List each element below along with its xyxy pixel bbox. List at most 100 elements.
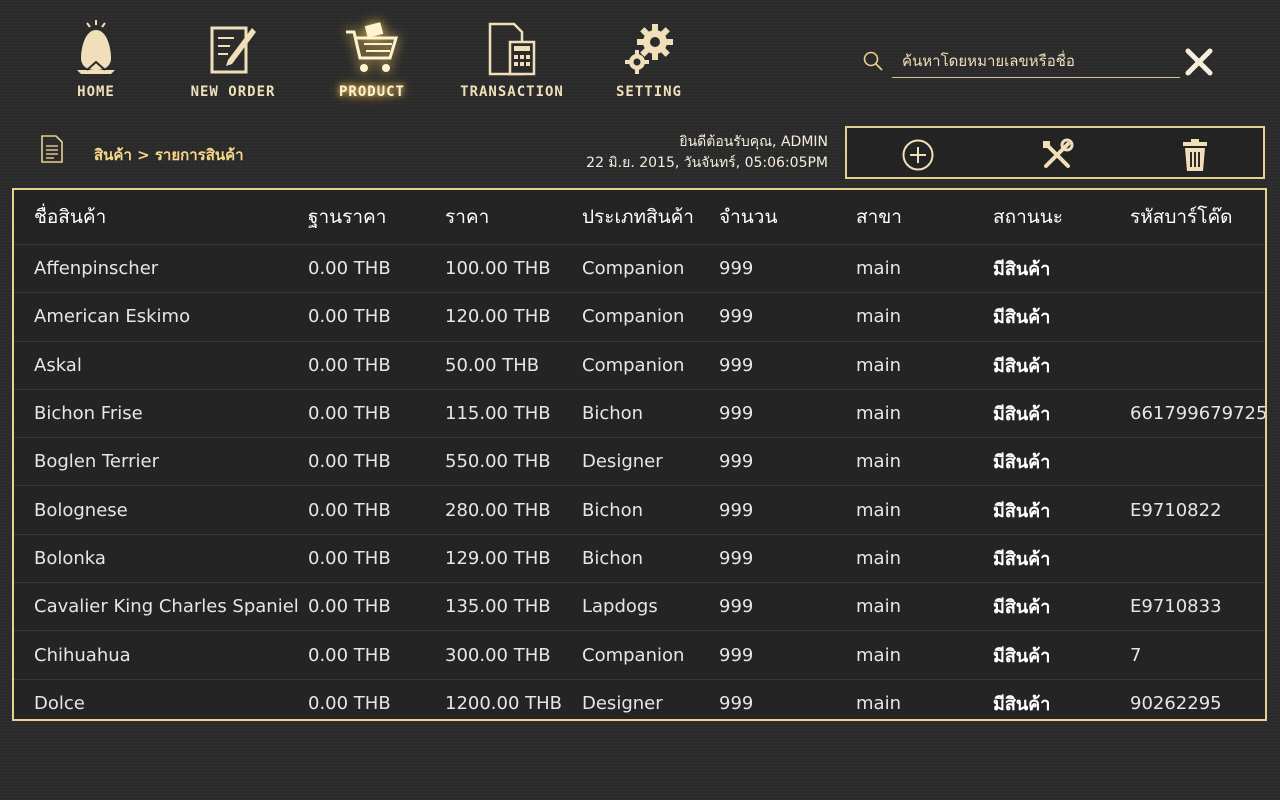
nav-transaction-label: TRANSACTION: [460, 84, 564, 100]
document-icon: [40, 134, 64, 168]
cell-category: Lapdogs: [562, 582, 699, 632]
cell-branch: main: [836, 244, 973, 294]
welcome-info: ยินดีต้อนรับคุณ, ADMIN 22 มิ.ย. 2015, วั…: [586, 132, 828, 174]
cell-status: มีสินค้า: [973, 534, 1110, 584]
nav-product-label: PRODUCT: [338, 84, 405, 100]
col-header-category[interactable]: ประเภทสินค้า: [562, 190, 699, 245]
cell-category: Bichon: [562, 485, 699, 535]
table-row[interactable]: Affenpinscher 0.00 THB 100.00 THB Companion…: [14, 244, 1265, 294]
table-row[interactable]: Dolce 0.00 THB 1200.00 THB Designer 999 main ม…: [14, 679, 1265, 719]
action-toolbar: [845, 126, 1265, 179]
cell-quantity: 999: [699, 341, 836, 390]
welcome-datetime: 22 มิ.ย. 2015, วันจันทร์, 05:06:05PM: [586, 155, 828, 171]
cell-quantity: 999: [719, 692, 754, 714]
cell-quantity: 999: [699, 582, 836, 632]
col-header-quantity[interactable]: จำนวน: [699, 190, 836, 245]
search-bar: [862, 44, 1182, 80]
col-header-price[interactable]: ราคา: [425, 190, 562, 245]
cell-status: มีสินค้า: [973, 389, 1110, 439]
cell-status: มีสินค้า: [973, 485, 1110, 535]
cell-barcode: E9710822: [1110, 485, 1265, 535]
cell-price: 1200.00 THB: [445, 692, 563, 714]
cell-product-name: American Eskimo: [14, 292, 288, 342]
table-row[interactable]: Boglen Terrier 0.00 THB 550.00 THB Designer…: [14, 437, 1265, 487]
cell-base-price: 0.00 THB: [288, 389, 425, 439]
cell-status: มีสินค้า: [973, 341, 1110, 390]
clear-search-button[interactable]: [1183, 46, 1215, 78]
table-row[interactable]: Bolonka 0.00 THB 129.00 THB Bichon 999 main มี…: [14, 534, 1265, 584]
cell-price: 115.00 THB: [425, 389, 562, 439]
cell-category: Bichon: [562, 389, 699, 439]
breadcrumb: สินค้า > รายการสินค้า: [94, 146, 244, 164]
table-row[interactable]: Chihuahua 0.00 THB 300.00 THB Companion 999 m…: [14, 630, 1265, 680]
nav-home[interactable]: HOME: [26, 14, 166, 100]
cell-base-price: 0.00 THB: [288, 437, 425, 487]
cell-product-name: Bolonka: [14, 534, 288, 584]
cell-price: 120.00 THB: [425, 292, 562, 342]
nav-new-order[interactable]: NEW ORDER: [163, 14, 303, 100]
cell-category: Designer: [562, 437, 699, 487]
table-row[interactable]: Askal 0.00 THB 50.00 THB Companion 999 main มี…: [14, 341, 1265, 390]
cell-price: 280.00 THB: [425, 485, 562, 535]
col-header-status[interactable]: สถานนะ: [973, 190, 1110, 245]
cell-base-price: 0.00 THB: [288, 485, 425, 535]
delete-button[interactable]: [1178, 138, 1212, 172]
table-row[interactable]: American Eskimo 0.00 THB 120.00 THB Compani…: [14, 292, 1265, 342]
cell-barcode: [1110, 244, 1265, 294]
trash-icon: [1178, 139, 1212, 176]
cell-product-name: Dolce: [34, 692, 85, 714]
nav-home-label: HOME: [77, 84, 115, 100]
cell-status: มีสินค้า: [973, 244, 1110, 294]
cell-branch: main: [836, 389, 973, 439]
new-order-icon: [163, 14, 303, 76]
nav-transaction[interactable]: TRANSACTION: [442, 14, 582, 100]
cell-price: 50.00 THB: [425, 341, 562, 390]
table-row[interactable]: Bichon Frise 0.00 THB 115.00 THB Bichon 999 m…: [14, 389, 1265, 439]
cell-product-name: Askal: [14, 341, 288, 390]
cell-product-name: Boglen Terrier: [14, 437, 288, 487]
cell-barcode: 90262295: [1130, 692, 1222, 714]
table-header-row: ชื่อสินค้า ฐานราคา ราคา ประเภทสินค้า จำน…: [14, 190, 1265, 245]
col-header-branch[interactable]: สาขา: [836, 190, 973, 245]
table-row[interactable]: Cavalier King Charles Spaniel 0.00 THB 135…: [14, 582, 1265, 632]
add-icon: [901, 139, 935, 176]
cell-branch: main: [836, 534, 973, 584]
cell-base-price: 0.00 THB: [288, 244, 425, 294]
col-header-base-price[interactable]: ฐานราคา: [288, 190, 425, 245]
table-row[interactable]: Bolognese 0.00 THB 280.00 THB Bichon 999 main…: [14, 485, 1265, 535]
cell-price: 135.00 THB: [425, 582, 562, 632]
edit-button[interactable]: [1040, 138, 1074, 172]
cell-category: Designer: [582, 692, 663, 714]
cell-status: มีสินค้า: [973, 630, 1110, 680]
cart-icon: [302, 14, 442, 76]
cell-quantity: 999: [699, 534, 836, 584]
cell-price: 550.00 THB: [425, 437, 562, 487]
cell-base-price: 0.00 THB: [288, 341, 425, 390]
cell-barcode: [1110, 341, 1265, 390]
cell-status: มีสินค้า: [973, 437, 1110, 487]
cell-product-name: Cavalier King Charles Spaniel: [14, 582, 299, 632]
cell-barcode: 661799679725: [1110, 389, 1265, 439]
search-input[interactable]: [892, 44, 1180, 78]
cell-category: Companion: [562, 630, 699, 680]
col-header-barcode[interactable]: รหัสบาร์โค๊ด: [1110, 190, 1265, 245]
cell-branch: main: [836, 630, 973, 680]
cell-quantity: 999: [699, 630, 836, 680]
cell-barcode: E9710833: [1110, 582, 1265, 632]
col-header-name[interactable]: ชื่อสินค้า: [14, 190, 288, 245]
cell-price: 100.00 THB: [425, 244, 562, 294]
cell-quantity: 999: [699, 389, 836, 439]
add-button[interactable]: [901, 138, 935, 172]
sub-header: สินค้า > รายการสินค้า ยินดีต้อนรับคุณ, A…: [0, 126, 1280, 182]
cell-branch: main: [836, 292, 973, 342]
tools-icon: [1040, 138, 1074, 176]
nav-product[interactable]: PRODUCT: [302, 14, 442, 100]
cell-quantity: 999: [699, 244, 836, 294]
cell-base-price: 0.00 THB: [288, 630, 425, 680]
cell-barcode: [1110, 437, 1265, 487]
cell-quantity: 999: [699, 292, 836, 342]
nav-setting[interactable]: SETTING: [579, 14, 719, 100]
cell-status: มีสินค้า: [993, 693, 1051, 715]
cell-category: Companion: [562, 244, 699, 294]
cell-price: 129.00 THB: [425, 534, 562, 584]
